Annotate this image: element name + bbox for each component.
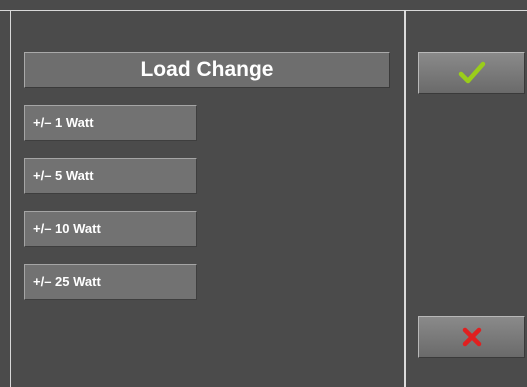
checkmark-icon (458, 61, 486, 85)
option-5-watt[interactable]: +/– 5 Watt (24, 158, 197, 194)
confirm-button[interactable] (418, 52, 525, 94)
cross-icon (461, 326, 483, 348)
page-title: Load Change (24, 52, 390, 88)
option-1-watt[interactable]: +/– 1 Watt (24, 105, 197, 141)
cancel-button[interactable] (418, 316, 525, 358)
left-border-line (10, 10, 11, 387)
panel-divider (404, 10, 406, 387)
option-10-watt[interactable]: +/– 10 Watt (24, 211, 197, 247)
option-25-watt[interactable]: +/– 25 Watt (24, 264, 197, 300)
top-border-line (0, 10, 527, 11)
load-change-screen: Load Change +/– 1 Watt +/– 5 Watt +/– 10… (0, 0, 527, 387)
